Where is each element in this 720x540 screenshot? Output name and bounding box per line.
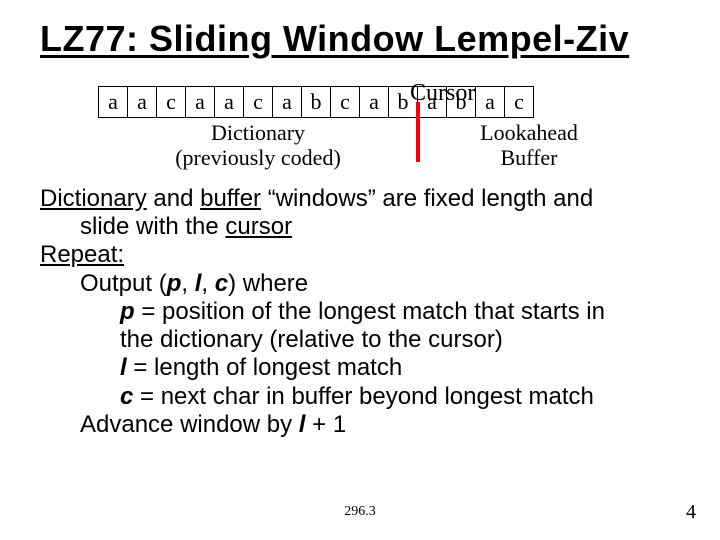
word-repeat: Repeat: — [40, 241, 124, 268]
var-p: p — [167, 270, 182, 297]
cell: a — [98, 86, 128, 118]
cell: a — [272, 86, 302, 118]
under-labels: Dictionary (previously coded) Lookahead … — [98, 120, 640, 171]
slide: LZ77: Sliding Window Lempel-Ziv Cursor a… — [0, 0, 720, 540]
text: = next char in buffer beyond longest mat… — [133, 383, 594, 410]
cell: c — [156, 86, 186, 118]
page-number: 4 — [686, 501, 696, 524]
line-4: Output (p, l, c) where — [40, 270, 680, 298]
word-cursor: cursor — [225, 213, 292, 240]
dict-line1: Dictionary — [211, 120, 305, 145]
body-text: Dictionary and buffer “windows” are fixe… — [40, 185, 680, 440]
line-8: c = next char in buffer beyond longest m… — [40, 383, 680, 411]
cell: c — [330, 86, 360, 118]
text: and — [147, 185, 200, 212]
text: ) where — [228, 270, 308, 297]
word-dictionary: Dictionary — [40, 185, 147, 212]
text: = position of the longest match that sta… — [135, 298, 605, 325]
diagram: Cursor a a c a a c a b c a b a b a c Dic… — [80, 86, 640, 171]
slide-title: LZ77: Sliding Window Lempel-Ziv — [40, 18, 680, 60]
footer-center: 296.3 — [0, 504, 720, 520]
cell: a — [214, 86, 244, 118]
text: slide with the — [80, 213, 225, 240]
var-l: l — [120, 354, 127, 381]
text: = length of longest match — [127, 354, 403, 381]
cell: a — [185, 86, 215, 118]
line-7: l = length of longest match — [40, 354, 680, 382]
dict-line2: (previously coded) — [175, 145, 341, 170]
cell: b — [301, 86, 331, 118]
text: , — [181, 270, 194, 297]
cell-row: a a c a a c a b c a b a b a c — [98, 86, 640, 118]
cell: c — [504, 86, 534, 118]
var-c: c — [120, 383, 133, 410]
dictionary-label: Dictionary (previously coded) — [98, 120, 418, 171]
line-5: p = position of the longest match that s… — [40, 298, 680, 326]
look-line2: Buffer — [500, 145, 557, 170]
line-6: the dictionary (relative to the cursor) — [40, 326, 680, 354]
line-9: Advance window by l + 1 — [40, 411, 680, 439]
look-line1: Lookahead — [480, 120, 578, 145]
text: Output ( — [80, 270, 167, 297]
cell: a — [359, 86, 389, 118]
var-c: c — [215, 270, 228, 297]
cell: a — [127, 86, 157, 118]
cell: a — [475, 86, 505, 118]
lookahead-label: Lookahead Buffer — [418, 120, 640, 171]
word-buffer: buffer — [200, 185, 261, 212]
text: Advance window by — [80, 411, 299, 438]
line-1: Dictionary and buffer “windows” are fixe… — [40, 185, 680, 213]
cursor-marker — [416, 102, 420, 162]
var-p: p — [120, 298, 135, 325]
text: , — [201, 270, 214, 297]
line-2: slide with the cursor — [40, 213, 680, 241]
text: + 1 — [305, 411, 346, 438]
text: “windows” are fixed length and — [261, 185, 593, 212]
cell: c — [243, 86, 273, 118]
line-3: Repeat: — [40, 241, 680, 269]
